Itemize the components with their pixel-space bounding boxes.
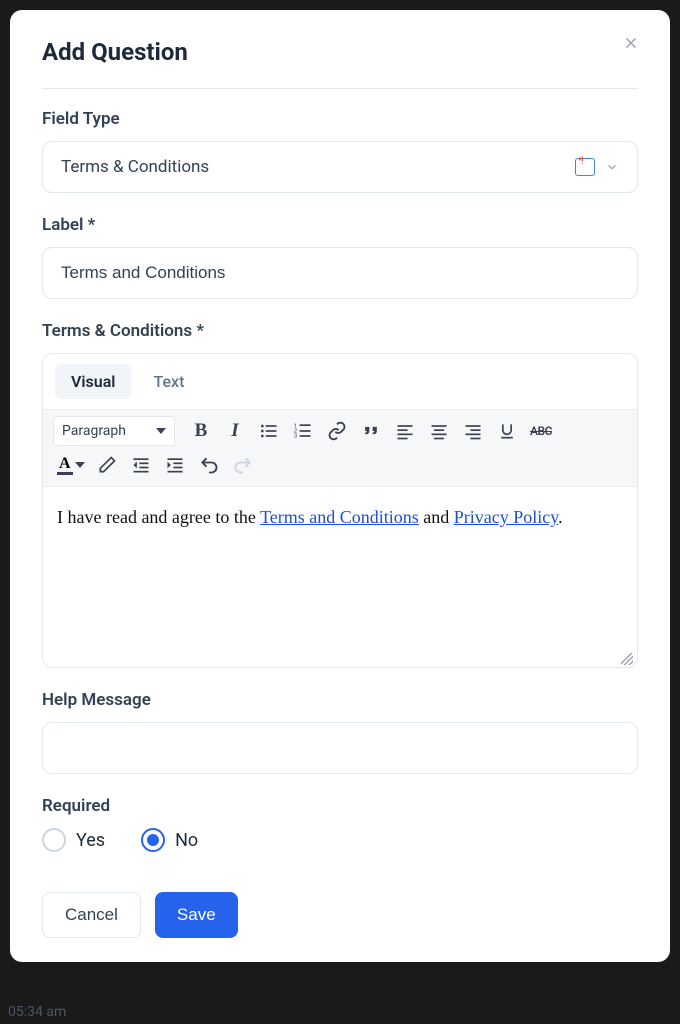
outdent-icon xyxy=(131,455,151,475)
text-color-button[interactable]: A xyxy=(53,454,89,477)
quote-icon xyxy=(361,421,381,441)
label-group: Label * xyxy=(42,215,638,299)
label-field-label: Label * xyxy=(42,215,638,235)
field-type-label: Field Type xyxy=(42,109,638,129)
align-left-button[interactable] xyxy=(389,416,421,446)
editor-toolbar: Paragraph B I 123 xyxy=(43,409,637,487)
terms-conditions-icon xyxy=(575,158,595,176)
bulleted-list-button[interactable] xyxy=(253,416,285,446)
block-format-value: Paragraph xyxy=(62,423,126,439)
editor-content[interactable]: I have read and agree to the Terms and C… xyxy=(43,487,637,667)
underline-button[interactable] xyxy=(491,416,523,446)
close-icon xyxy=(622,34,640,52)
close-button[interactable] xyxy=(622,34,642,54)
outdent-button[interactable] xyxy=(125,450,157,480)
bulleted-list-icon xyxy=(259,421,279,441)
redo-button[interactable] xyxy=(227,450,259,480)
numbered-list-button[interactable]: 123 xyxy=(287,416,319,446)
content-text: and xyxy=(419,507,454,527)
indent-icon xyxy=(165,455,185,475)
eraser-icon xyxy=(97,455,117,475)
add-question-modal: Add Question Field Type Terms & Conditio… xyxy=(10,10,670,962)
terms-conditions-link[interactable]: Terms and Conditions xyxy=(260,507,419,527)
svg-text:3: 3 xyxy=(294,434,297,440)
underline-icon xyxy=(497,421,517,441)
radio-yes-label: Yes xyxy=(76,830,105,851)
field-type-value: Terms & Conditions xyxy=(61,157,209,177)
strikethrough-button[interactable]: ABC xyxy=(525,416,557,446)
undo-icon xyxy=(199,455,219,475)
terms-group: Terms & Conditions * Visual Text Paragra… xyxy=(42,321,638,668)
align-right-button[interactable] xyxy=(457,416,489,446)
align-center-icon xyxy=(429,421,449,441)
caret-down-icon xyxy=(75,460,85,470)
caret-down-icon xyxy=(156,426,166,436)
clear-formatting-button[interactable] xyxy=(91,450,123,480)
required-yes-radio[interactable]: Yes xyxy=(42,828,105,852)
text-color-icon: A xyxy=(57,456,73,475)
align-right-icon xyxy=(463,421,483,441)
help-message-label: Help Message xyxy=(42,690,638,710)
help-message-group: Help Message xyxy=(42,690,638,774)
modal-title: Add Question xyxy=(42,38,638,89)
field-type-group: Field Type Terms & Conditions xyxy=(42,109,638,193)
label-input[interactable] xyxy=(42,247,638,299)
radio-no-label: No xyxy=(175,830,198,851)
link-button[interactable] xyxy=(321,416,353,446)
field-type-select[interactable]: Terms & Conditions xyxy=(42,141,638,193)
required-label: Required xyxy=(42,796,638,816)
rich-text-editor: Visual Text Paragraph B I 123 xyxy=(42,353,638,668)
bold-button[interactable]: B xyxy=(185,416,217,446)
tab-visual[interactable]: Visual xyxy=(55,364,131,399)
chevron-down-icon xyxy=(605,160,619,174)
modal-footer: Cancel Save xyxy=(42,892,638,938)
cancel-button[interactable]: Cancel xyxy=(42,892,141,938)
indent-button[interactable] xyxy=(159,450,191,480)
blockquote-button[interactable] xyxy=(355,416,387,446)
content-text: I have read and agree to the xyxy=(57,507,260,527)
undo-button[interactable] xyxy=(193,450,225,480)
block-format-select[interactable]: Paragraph xyxy=(53,416,175,446)
radio-icon xyxy=(42,828,66,852)
terms-label: Terms & Conditions * xyxy=(42,321,638,341)
tab-text[interactable]: Text xyxy=(137,364,200,399)
required-group: Required Yes No xyxy=(42,796,638,852)
align-left-icon xyxy=(395,421,415,441)
content-text: . xyxy=(558,507,563,527)
privacy-policy-link[interactable]: Privacy Policy xyxy=(454,507,558,527)
link-icon xyxy=(327,421,347,441)
italic-button[interactable]: I xyxy=(219,416,251,446)
resize-handle[interactable] xyxy=(621,653,633,665)
radio-icon xyxy=(141,828,165,852)
editor-tabs: Visual Text xyxy=(43,354,637,399)
required-no-radio[interactable]: No xyxy=(141,828,198,852)
numbered-list-icon: 123 xyxy=(293,421,313,441)
background-clock: 05:34 am xyxy=(8,1004,66,1020)
save-button[interactable]: Save xyxy=(155,892,238,938)
redo-icon xyxy=(233,455,253,475)
help-message-input[interactable] xyxy=(42,722,638,774)
align-center-button[interactable] xyxy=(423,416,455,446)
